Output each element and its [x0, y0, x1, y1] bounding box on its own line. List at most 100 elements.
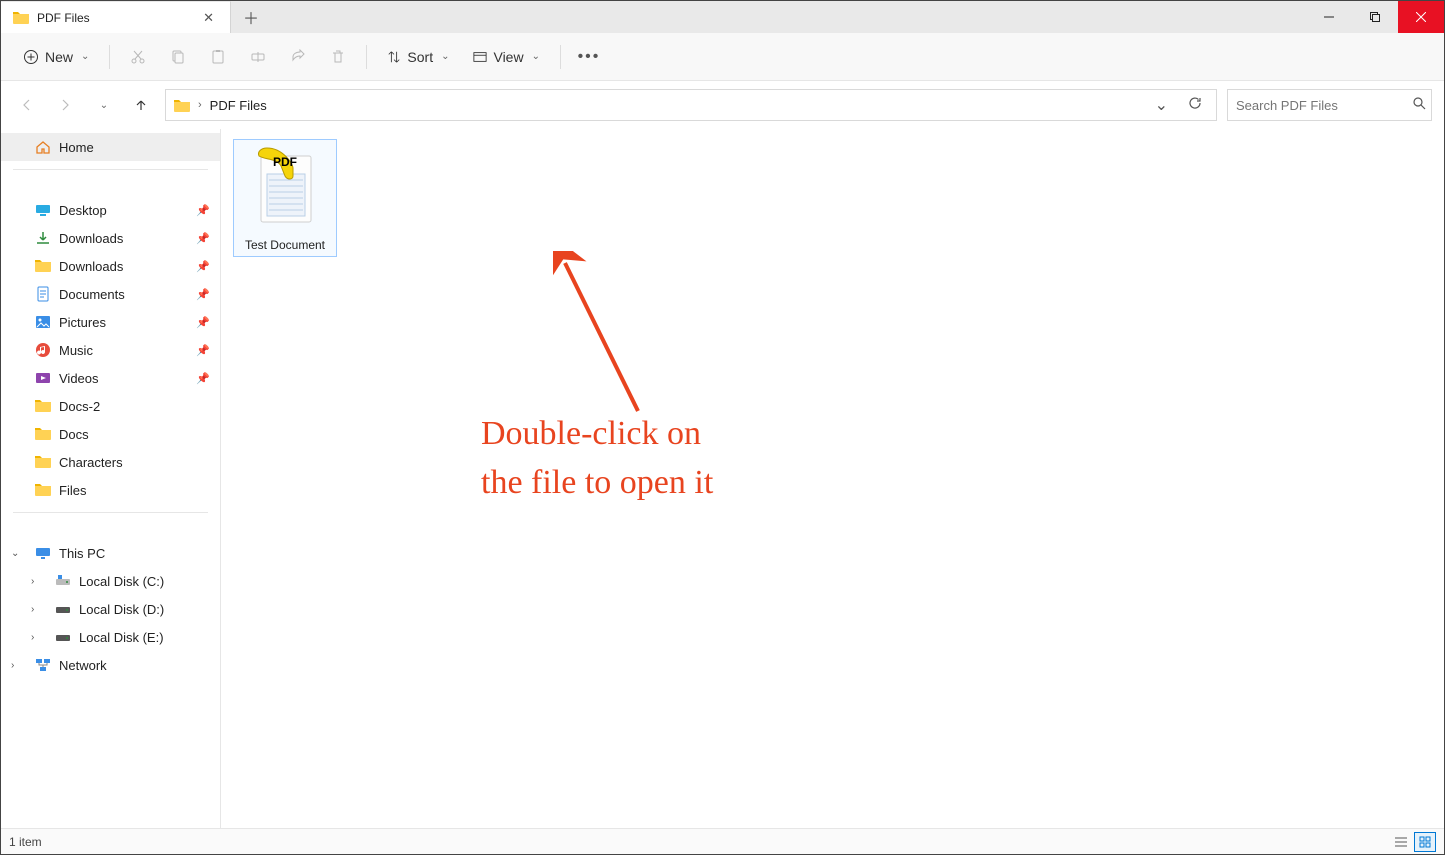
minimize-button[interactable]	[1306, 1, 1352, 33]
sidebar-home-label: Home	[59, 140, 94, 155]
chevron-right-icon[interactable]: ›	[11, 660, 14, 671]
delete-button[interactable]	[320, 39, 356, 75]
pc-icon	[35, 545, 51, 561]
back-button[interactable]	[13, 91, 41, 119]
sidebar-quick-item[interactable]: Docs-2	[1, 392, 220, 420]
breadcrumb-current[interactable]: PDF Files	[210, 98, 267, 113]
sidebar-quick-item[interactable]: Videos📌	[1, 364, 220, 392]
view-icon	[473, 50, 487, 64]
view-mode-toggle	[1390, 832, 1436, 852]
sidebar-item-label: Local Disk (E:)	[79, 630, 164, 645]
sidebar-quick-item[interactable]: Files	[1, 476, 220, 504]
sidebar-quick-item[interactable]: Pictures📌	[1, 308, 220, 336]
search-box[interactable]	[1227, 89, 1432, 121]
home-icon	[35, 139, 51, 155]
chevron-right-icon[interactable]: ›	[31, 604, 34, 615]
sidebar-item-label: Downloads	[59, 231, 123, 246]
ellipsis-icon: •••	[578, 48, 601, 66]
sidebar-network-label: Network	[59, 658, 107, 673]
folder-icon	[35, 426, 51, 442]
sidebar-home[interactable]: Home	[1, 133, 220, 161]
sidebar-quick-item[interactable]: Music📌	[1, 336, 220, 364]
trash-icon	[330, 49, 346, 65]
chevron-down-icon[interactable]: ⌄	[11, 548, 19, 559]
sort-button[interactable]: Sort ⌄	[377, 43, 459, 71]
pdf-file-icon: PDF	[241, 144, 329, 232]
pictures-icon	[35, 314, 51, 330]
toolbar: New ⌄ Sort ⌄ View ⌄	[1, 33, 1444, 81]
file-name: Test Document	[245, 238, 325, 252]
rename-button[interactable]	[240, 39, 276, 75]
share-icon	[290, 49, 306, 65]
share-button[interactable]	[280, 39, 316, 75]
sidebar-quick-item[interactable]: Desktop 📌	[1, 196, 220, 224]
arrow-right-icon	[58, 98, 72, 112]
sort-label: Sort	[407, 49, 433, 65]
details-view-button[interactable]	[1390, 832, 1412, 852]
tab-close-button[interactable]: ✕	[199, 10, 218, 26]
chevron-right-icon[interactable]: ›	[31, 576, 34, 587]
sidebar-item-label: Docs-2	[59, 399, 100, 414]
recent-button[interactable]: ⌄	[89, 91, 117, 119]
chevron-down-icon: ⌄	[441, 51, 449, 62]
close-button[interactable]	[1398, 1, 1444, 33]
documents-icon	[35, 286, 51, 302]
chevron-down-icon[interactable]: ⌄	[1149, 95, 1174, 115]
sidebar-drive-item[interactable]: ›Local Disk (C:)	[1, 567, 220, 595]
address-bar[interactable]: › PDF Files ⌄	[165, 89, 1217, 121]
paste-button[interactable]	[200, 39, 236, 75]
pin-icon: 📌	[196, 316, 210, 329]
sort-icon	[387, 50, 401, 64]
sidebar-quick-item[interactable]: Downloads📌	[1, 252, 220, 280]
view-label: View	[493, 49, 523, 65]
copy-button[interactable]	[160, 39, 196, 75]
tab-active[interactable]: PDF Files ✕	[1, 1, 231, 33]
sidebar-quick-item[interactable]: Downloads📌	[1, 224, 220, 252]
folder-icon	[35, 258, 51, 274]
chevron-down-icon: ⌄	[532, 51, 540, 62]
new-label: New	[45, 49, 73, 65]
sidebar-quick-item[interactable]: Documents 📌	[1, 280, 220, 308]
view-button[interactable]: View ⌄	[463, 43, 549, 71]
sidebar-item-label: Characters	[59, 455, 123, 470]
window-controls	[1306, 1, 1444, 33]
sidebar-network[interactable]: › Network	[1, 651, 220, 679]
up-button[interactable]	[127, 91, 155, 119]
sidebar-item-label: Desktop	[59, 203, 107, 218]
sidebar-this-pc[interactable]: ⌄ This PC	[1, 539, 220, 567]
address-row: ⌄ › PDF Files ⌄	[1, 81, 1444, 129]
maximize-button[interactable]	[1352, 1, 1398, 33]
drive-icon	[55, 601, 71, 617]
annotation-arrow	[553, 251, 653, 421]
sidebar-item-label: Documents	[59, 287, 125, 302]
videos-icon	[35, 370, 51, 386]
chevron-right-icon[interactable]: ›	[31, 632, 34, 643]
sidebar-drive-item[interactable]: › Local Disk (D:)	[1, 595, 220, 623]
sidebar-quick-item[interactable]: Characters	[1, 448, 220, 476]
pin-icon: 📌	[196, 204, 210, 217]
folder-icon	[35, 454, 51, 470]
pin-icon: 📌	[196, 288, 210, 301]
cut-button[interactable]	[120, 39, 156, 75]
file-item[interactable]: PDF Test Document	[233, 139, 337, 257]
new-button[interactable]: New ⌄	[13, 43, 99, 71]
more-button[interactable]: •••	[571, 39, 607, 75]
sidebar-quick-item[interactable]: Docs	[1, 420, 220, 448]
file-pane[interactable]: PDF Test Document Double-click on the fi…	[221, 129, 1444, 828]
search-input[interactable]	[1236, 98, 1412, 113]
rename-icon	[250, 49, 266, 65]
arrow-left-icon	[20, 98, 34, 112]
annotation-text: Double-click on the file to open it	[481, 409, 713, 508]
sidebar-this-pc-label: This PC	[59, 546, 105, 561]
music-icon	[35, 342, 51, 358]
breadcrumb-sep: ›	[198, 99, 202, 111]
folder-icon	[35, 482, 51, 498]
forward-button[interactable]	[51, 91, 79, 119]
sidebar-item-label: Local Disk (D:)	[79, 602, 164, 617]
icons-view-button[interactable]	[1414, 832, 1436, 852]
tab-title: PDF Files	[37, 11, 191, 25]
new-tab-button[interactable]: ＋	[231, 1, 271, 33]
refresh-button[interactable]	[1182, 96, 1208, 115]
status-bar: 1 item	[1, 828, 1444, 854]
sidebar-drive-item[interactable]: › Local Disk (E:)	[1, 623, 220, 651]
